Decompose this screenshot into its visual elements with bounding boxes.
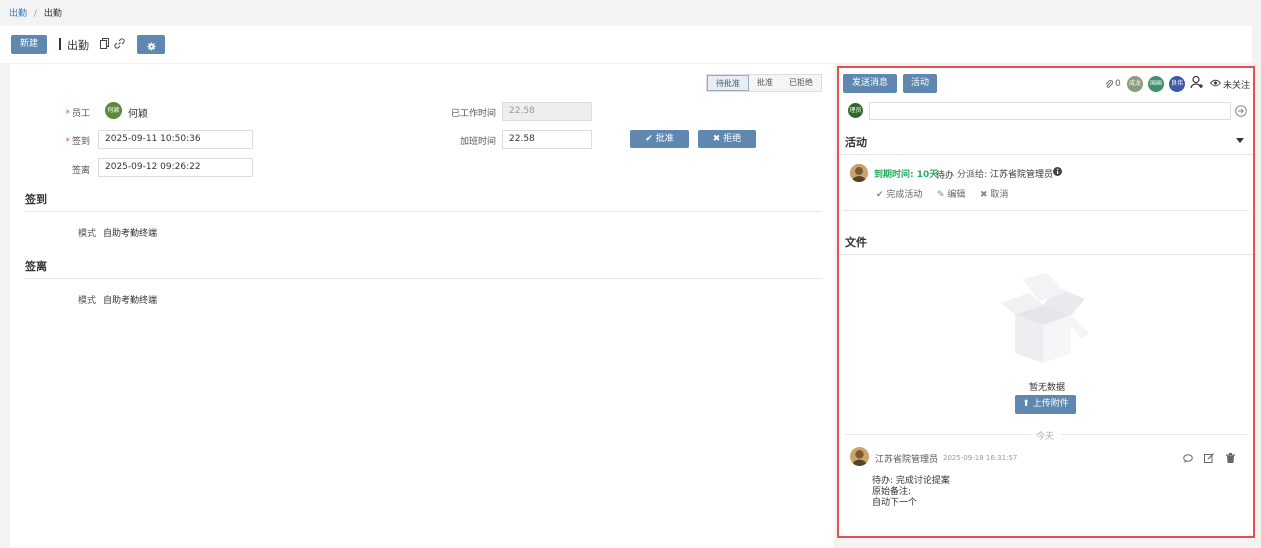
employee-label: * 员工 bbox=[65, 109, 90, 119]
attachment-count: 0 bbox=[1115, 79, 1121, 89]
approve-button[interactable]: ✔ 批准 bbox=[630, 130, 689, 148]
checkin-label: * 签到 bbox=[65, 137, 90, 147]
checkout-field[interactable]: 2025-09-12 09:26:22 bbox=[98, 158, 253, 177]
checkout-mode-label: 模式 bbox=[77, 296, 96, 306]
toolbar: 新建 出勤 bbox=[0, 26, 1252, 63]
breadcrumb-separator: / bbox=[33, 9, 37, 19]
divider bbox=[1061, 434, 1247, 435]
checkin-section-title: 签到 bbox=[25, 193, 47, 206]
gear-icon bbox=[146, 40, 156, 59]
activity-due: 到期时间: 10天 bbox=[874, 170, 939, 180]
caret-down-icon[interactable] bbox=[1236, 137, 1244, 147]
status-steps: 待批准 批准 已拒绝 bbox=[706, 74, 822, 92]
upload-icon: ⬆ bbox=[1022, 399, 1030, 409]
follow-toggle[interactable]: 未关注 bbox=[1223, 78, 1250, 91]
message-author-avatar bbox=[850, 447, 869, 466]
activity-user-avatar bbox=[850, 164, 868, 182]
trash-icon[interactable] bbox=[1226, 453, 1235, 466]
check-icon: ✔ bbox=[645, 134, 653, 144]
worked-hours-label: 已工作时间 bbox=[450, 109, 496, 119]
divider bbox=[25, 211, 822, 212]
follower-avatar[interactable]: 良伟 bbox=[1169, 76, 1185, 92]
divider bbox=[845, 434, 1031, 435]
edit-message-icon[interactable] bbox=[1204, 453, 1214, 466]
employee-avatar: 何颖 bbox=[105, 102, 122, 119]
divider bbox=[843, 210, 1249, 211]
status-step-rejected[interactable]: 已拒绝 bbox=[781, 75, 821, 91]
files-section-title: 文件 bbox=[845, 236, 867, 249]
checkin-mode-label: 模式 bbox=[77, 229, 96, 239]
follower-avatar[interactable]: 国画 bbox=[1148, 76, 1164, 92]
divider bbox=[839, 254, 1253, 255]
checkout-section-title: 签离 bbox=[25, 260, 47, 273]
follower-avatar[interactable]: 成龙 bbox=[1127, 76, 1143, 92]
checkin-field[interactable]: 2025-09-11 10:50:36 bbox=[98, 130, 253, 149]
message-input[interactable] bbox=[869, 102, 1231, 120]
title-divider bbox=[59, 38, 61, 50]
close-icon: ✖ bbox=[712, 134, 721, 144]
status-step-pending[interactable]: 待批准 bbox=[707, 75, 749, 91]
activity-state: 待办 bbox=[936, 171, 955, 181]
reply-icon[interactable] bbox=[1183, 454, 1193, 466]
checkout-label: 签离 bbox=[71, 166, 90, 176]
info-icon[interactable] bbox=[1053, 167, 1062, 179]
message-time: 2025-09-18 16:31:57 bbox=[943, 454, 1018, 462]
empty-state-text: 暂无数据 bbox=[1029, 383, 1066, 393]
breadcrumb: 出勤 / 出勤 bbox=[9, 6, 62, 19]
activity-button[interactable]: 活动 bbox=[903, 74, 937, 93]
paperclip-icon[interactable] bbox=[1105, 79, 1113, 92]
overtime-label: 加班时间 bbox=[459, 137, 496, 147]
worked-hours-field: 22.58 bbox=[502, 102, 592, 121]
send-message-button[interactable]: 发送消息 bbox=[843, 74, 897, 93]
chatter-panel: 发送消息 活动 0 成龙 国画 良伟 未关注 理员 活动 到期时间: 10天 待… bbox=[837, 66, 1255, 538]
activity-assign-prefix: 分派给: bbox=[957, 170, 988, 180]
checkout-mode-value: 自助考勤终端 bbox=[103, 296, 158, 306]
page-title: 出勤 bbox=[67, 39, 89, 52]
link-icon[interactable] bbox=[114, 38, 125, 52]
empty-box-icon bbox=[995, 273, 1091, 368]
edit-activity-link[interactable]: ✎ 编辑 bbox=[937, 187, 965, 200]
eye-icon bbox=[1209, 79, 1222, 90]
divider bbox=[839, 154, 1253, 155]
pencil-icon: ✎ bbox=[937, 190, 945, 200]
breadcrumb-current: 出勤 bbox=[43, 9, 62, 19]
checkin-mode-value: 自助考勤终端 bbox=[103, 229, 158, 239]
date-separator: 今天 bbox=[1036, 432, 1055, 442]
main-form-panel: 待批准 批准 已拒绝 * 员工 何颖 何颖 * 签到 2025-09-11 10:5… bbox=[10, 64, 834, 548]
reject-button[interactable]: ✖ 拒绝 bbox=[698, 130, 756, 148]
settings-button[interactable] bbox=[137, 35, 165, 54]
breadcrumb-root-link[interactable]: 出勤 bbox=[9, 9, 27, 19]
required-mark: * bbox=[65, 109, 70, 119]
activity-assignee: 江苏省院管理员 bbox=[990, 170, 1054, 180]
close-icon: ✖ bbox=[980, 190, 988, 200]
composer-avatar: 理员 bbox=[848, 103, 863, 118]
overtime-field[interactable]: 22.58 bbox=[502, 130, 592, 149]
complete-activity-link[interactable]: ✔ 完成活动 bbox=[876, 187, 922, 200]
add-follower-icon[interactable] bbox=[1190, 75, 1204, 92]
employee-name[interactable]: 何颖 bbox=[128, 105, 148, 120]
message-author[interactable]: 江苏省院管理员 bbox=[875, 452, 938, 465]
new-button[interactable]: 新建 bbox=[11, 35, 47, 54]
divider bbox=[25, 278, 822, 279]
cancel-activity-link[interactable]: ✖ 取消 bbox=[980, 187, 1008, 200]
copy-icon[interactable] bbox=[100, 38, 110, 52]
send-arrow-icon[interactable] bbox=[1235, 105, 1247, 120]
required-mark: * bbox=[65, 137, 70, 147]
check-icon: ✔ bbox=[876, 190, 884, 200]
upload-attachment-button[interactable]: ⬆ 上传附件 bbox=[1015, 395, 1076, 414]
status-step-approved[interactable]: 批准 bbox=[749, 75, 781, 91]
message-line: 自动下一个 bbox=[872, 498, 918, 508]
activity-section-title: 活动 bbox=[845, 136, 867, 149]
